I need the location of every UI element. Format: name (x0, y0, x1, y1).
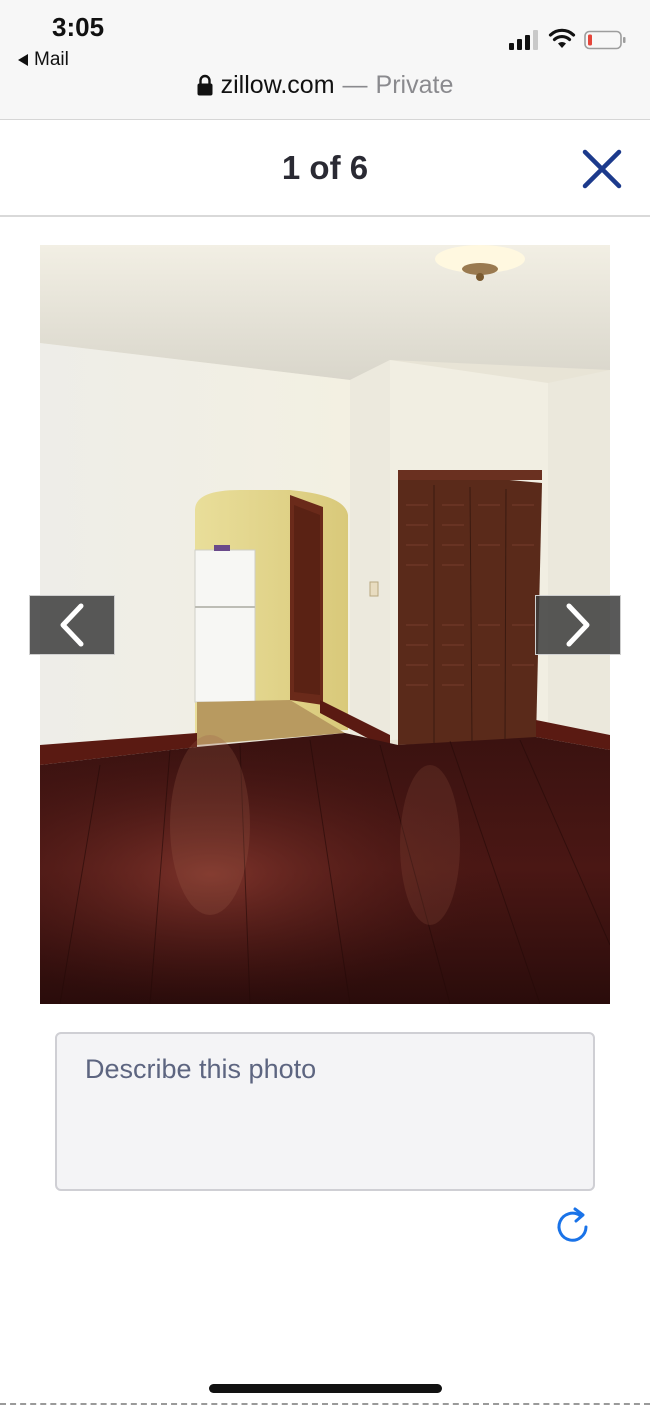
back-triangle-icon (18, 54, 28, 66)
wifi-icon (548, 28, 576, 48)
photo-viewer-header: 1 of 6 (0, 121, 650, 217)
home-indicator[interactable] (209, 1384, 442, 1393)
url-bar[interactable]: zillow.com — Private (0, 68, 650, 102)
bottom-divider (0, 1403, 650, 1405)
listing-photo (40, 245, 610, 1004)
lock-icon (197, 74, 213, 96)
chevron-right-icon (566, 603, 590, 647)
room-photo-image (40, 245, 610, 1004)
refresh-icon[interactable] (553, 1205, 593, 1247)
cellular-signal-icon (509, 30, 538, 50)
photo-counter: 1 of 6 (281, 149, 369, 186)
url-domain: zillow.com (220, 70, 335, 99)
previous-photo-button[interactable] (29, 595, 115, 655)
status-time: 3:05 (52, 12, 105, 42)
battery-low-icon (584, 30, 626, 50)
browser-status-bar: 3:05 Mail zillow.com — Private (0, 0, 650, 120)
url-separator: — (342, 70, 368, 99)
chevron-left-icon (60, 603, 84, 647)
close-icon[interactable] (578, 145, 626, 193)
next-photo-button[interactable] (535, 595, 621, 655)
photo-description-field[interactable] (55, 1032, 595, 1191)
private-label: Private (375, 70, 454, 99)
